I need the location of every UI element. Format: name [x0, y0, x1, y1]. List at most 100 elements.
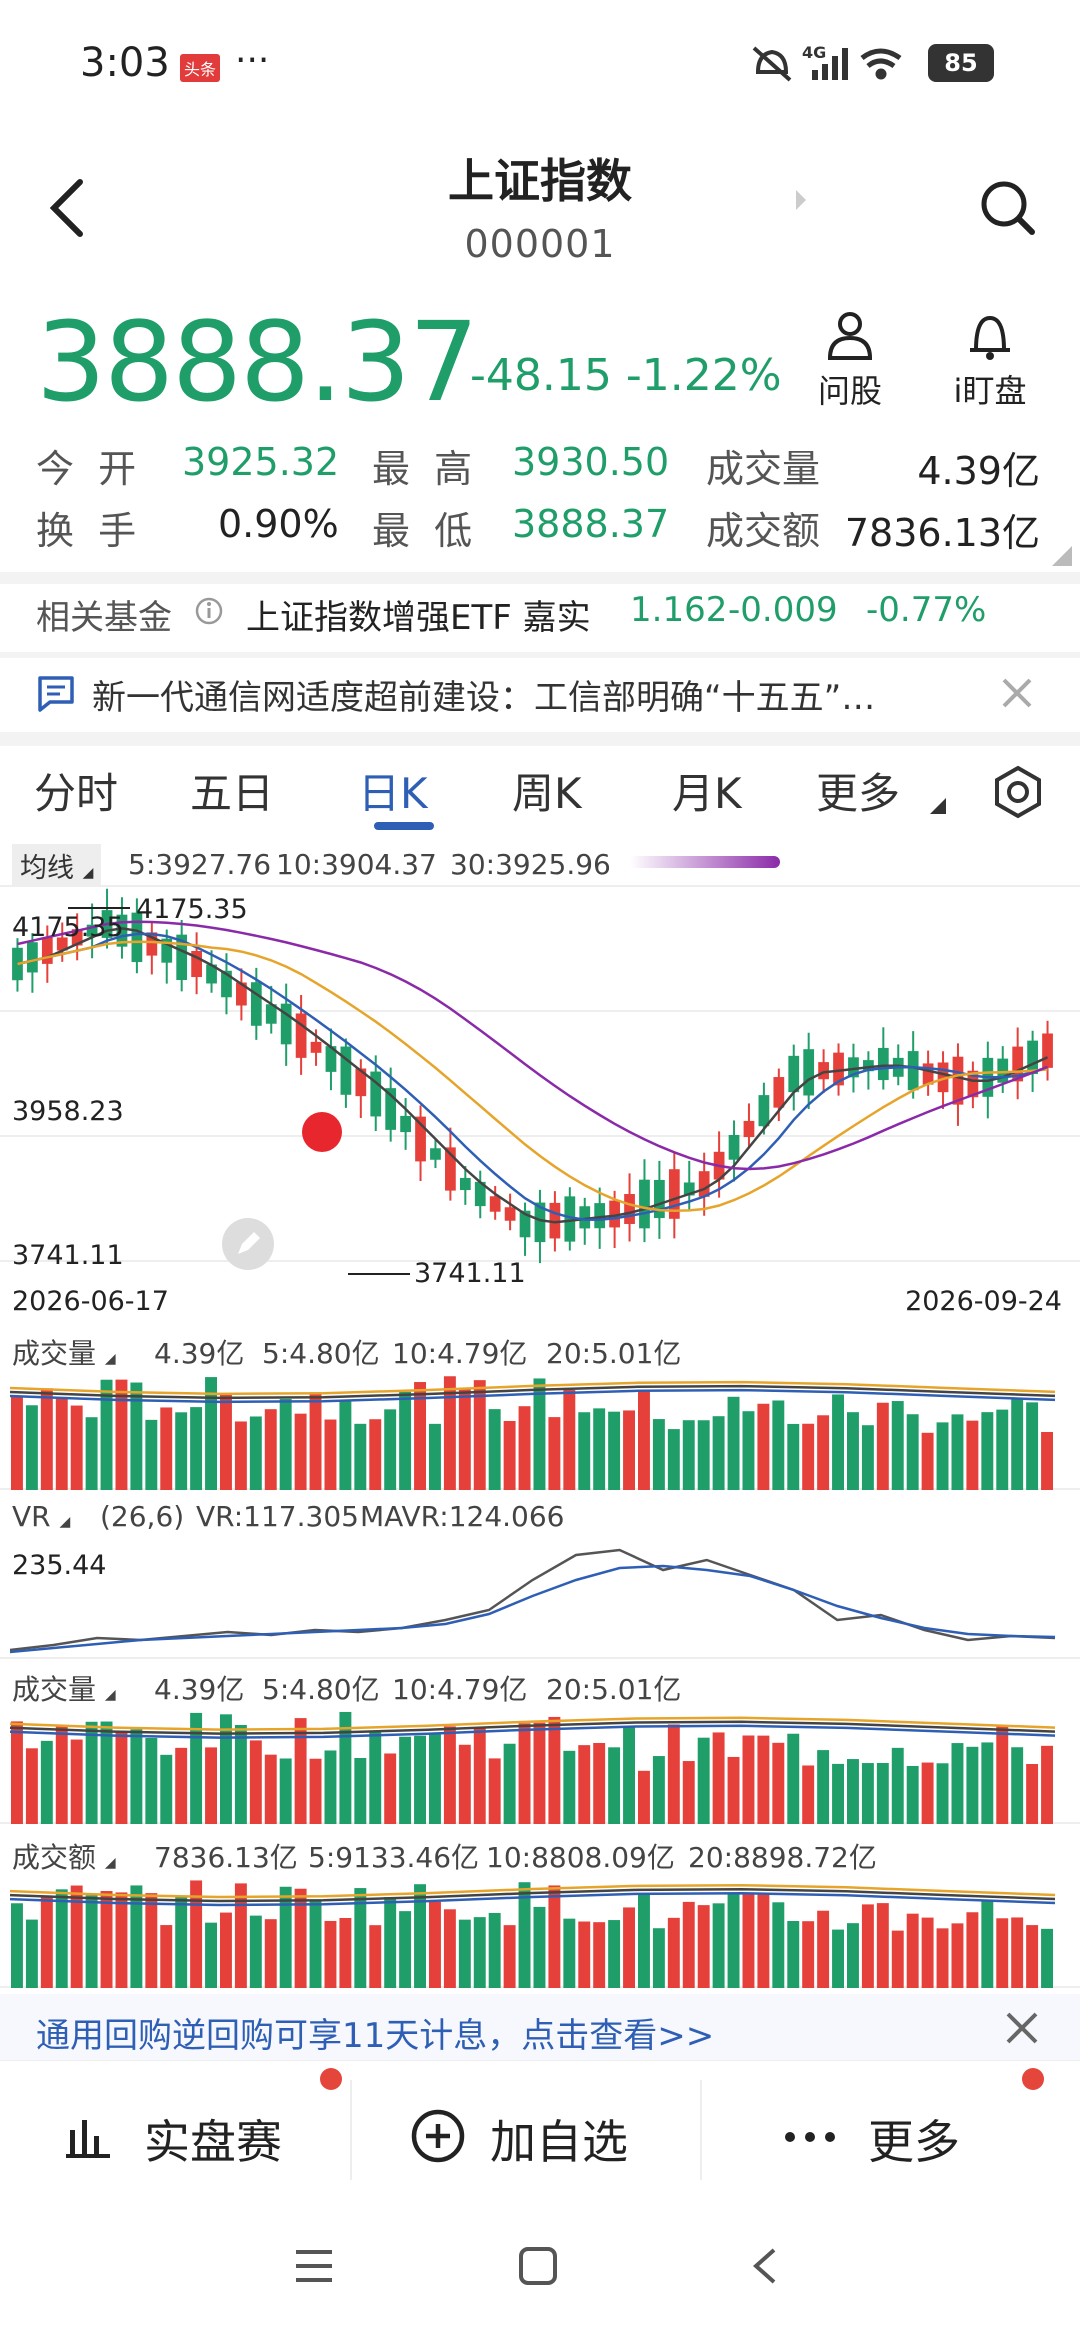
- close-icon[interactable]: [1004, 2010, 1040, 2046]
- change-value: -48.15: [470, 350, 612, 401]
- volume-bar: [429, 1423, 441, 1490]
- fund-name: 上证指数增强ETF 嘉实: [246, 598, 591, 638]
- volume-bar: [294, 1413, 307, 1490]
- chevron-right-icon[interactable]: [794, 188, 808, 212]
- volume-bar: [85, 1721, 98, 1824]
- volume-bar: [906, 1765, 919, 1824]
- watch-button[interactable]: i盯盘: [930, 310, 1050, 412]
- tab-daily-k[interactable]: 日K: [358, 760, 428, 821]
- tab-monthly-k[interactable]: 月K: [672, 760, 742, 821]
- volume-bar: [369, 1925, 382, 1988]
- price-change: -48.15 -1.22%: [470, 350, 782, 401]
- volume-bar: [458, 1744, 471, 1824]
- volume-bar: [518, 1723, 531, 1824]
- volume-bar: [100, 1891, 113, 1988]
- tab-more[interactable]: 更多: [816, 760, 900, 821]
- ma10-legend: 10:3904.37: [276, 848, 437, 881]
- volume-bar: [458, 1387, 471, 1490]
- volume-bar: [473, 1917, 486, 1988]
- amount-header[interactable]: 成交额 ◢: [12, 1836, 116, 1876]
- vr-header[interactable]: VR ◢: [12, 1500, 70, 1533]
- volume-bar: [55, 1398, 68, 1490]
- volume1-header[interactable]: 成交量 ◢: [12, 1332, 116, 1372]
- volume-bar: [757, 1403, 770, 1490]
- ma60-legend-fade: [630, 856, 780, 868]
- notification-dot: [320, 2068, 342, 2090]
- ma-selector[interactable]: 均线 ◢: [12, 844, 102, 887]
- volume-bar: [638, 1770, 650, 1824]
- volume-bar: [593, 1922, 606, 1988]
- promo-banner[interactable]: 通用回购逆回购可享11天计息，点击查看>>: [0, 1994, 1080, 2060]
- volume-bar: [25, 1405, 38, 1490]
- tab-five-day[interactable]: 五日: [190, 760, 274, 821]
- volume-bar: [682, 1420, 695, 1490]
- tab-weekly-k[interactable]: 周K: [512, 760, 582, 821]
- volume-bar: [369, 1419, 382, 1490]
- volume-bar: [384, 1753, 397, 1824]
- volume-bar: [772, 1400, 785, 1490]
- settings-icon[interactable]: [990, 764, 1046, 820]
- ask-stock-button[interactable]: 问股: [790, 310, 910, 412]
- volume-bar: [861, 1904, 874, 1988]
- volume-bar: [712, 1903, 725, 1988]
- volume-bar: [145, 1893, 158, 1988]
- menu-icon[interactable]: [294, 2246, 334, 2286]
- volume-bar: [608, 1747, 621, 1824]
- volume-bar: [787, 1423, 800, 1490]
- live-contest-button[interactable]: 实盘赛: [64, 2100, 344, 2180]
- volume-bar: [384, 1897, 397, 1988]
- volume-bar: [578, 1745, 591, 1824]
- volume-bar: [145, 1737, 158, 1824]
- volume-bar: [697, 1905, 710, 1988]
- volume-bar: [443, 1726, 456, 1824]
- volume-bar: [578, 1412, 591, 1490]
- home-icon[interactable]: [518, 2246, 558, 2286]
- volume-bar: [623, 1727, 635, 1824]
- signal-marker: [302, 1112, 342, 1152]
- dropdown-triangle-icon: [930, 798, 946, 814]
- volume-bar: [160, 1407, 173, 1490]
- volume-bar: [921, 1917, 934, 1988]
- amount-ma5: 5:9133.46亿: [308, 1841, 480, 1874]
- volume-bar: [787, 1921, 800, 1988]
- candle-body: [1027, 1040, 1038, 1075]
- info-icon[interactable]: [194, 596, 224, 626]
- volume-bar: [772, 1742, 785, 1824]
- volume-bar: [115, 1731, 128, 1824]
- volume-bar: [190, 1407, 203, 1490]
- volume2-header[interactable]: 成交量 ◢: [12, 1668, 116, 1708]
- candle-body: [280, 1003, 292, 1045]
- back-nav-icon[interactable]: [748, 2246, 780, 2286]
- volume-bar: [25, 1919, 38, 1988]
- more-button[interactable]: 更多: [784, 2100, 1044, 2180]
- related-fund-row[interactable]: 相关基金 上证指数增强ETF 嘉实 1.162 -0.009 -0.77%: [36, 590, 1056, 656]
- volume-bar: [309, 1758, 322, 1824]
- volume-bar: [324, 1750, 337, 1824]
- volume-bar: [1041, 1928, 1053, 1988]
- volume-bar: [175, 1412, 188, 1490]
- divider: [0, 732, 1080, 746]
- close-icon[interactable]: [1000, 676, 1034, 710]
- watch-label: i盯盘: [953, 372, 1027, 410]
- candle-body: [340, 1046, 352, 1095]
- add-watchlist-button[interactable]: 加自选: [410, 2100, 690, 2180]
- news-row[interactable]: 新一代通信网适度超前建设：工信部明确“十五五”…: [0, 660, 1080, 730]
- tab-intraday[interactable]: 分时: [34, 760, 118, 821]
- volume-bar: [876, 1402, 889, 1490]
- volume-bar: [817, 1750, 830, 1824]
- stat-volume-value: 4.39亿: [917, 449, 1040, 493]
- candle-body: [250, 982, 262, 1026]
- volume-bar: [891, 1401, 904, 1490]
- fund-label: 相关基金: [36, 598, 172, 638]
- stat-low: 最 低: [372, 509, 479, 553]
- kline-min-label: 3741.11: [414, 1258, 526, 1289]
- search-icon[interactable]: [978, 178, 1038, 238]
- page-title: 上证指数: [448, 154, 632, 208]
- draw-tool-button[interactable]: [222, 1218, 274, 1270]
- kline-chart[interactable]: [0, 884, 1080, 1304]
- status-icons: 4G: [752, 44, 902, 82]
- volume-bar: [55, 1889, 68, 1988]
- vr-param: (26,6): [100, 1500, 185, 1533]
- volume-bar: [85, 1417, 98, 1490]
- volume-bar: [817, 1415, 830, 1490]
